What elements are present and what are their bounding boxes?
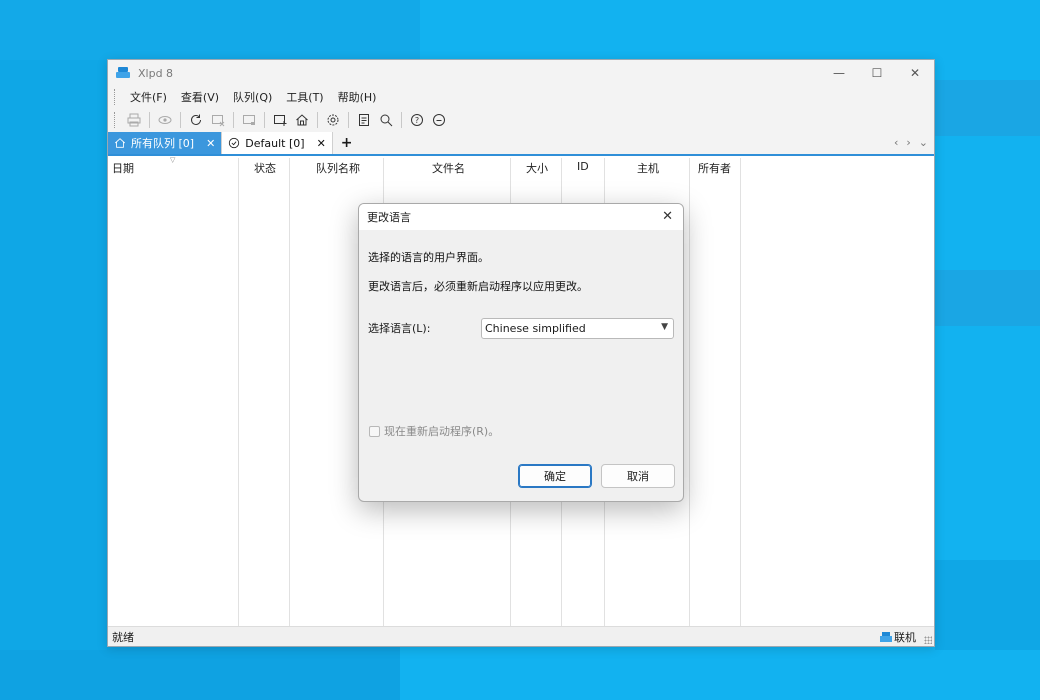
menu-bar: 文件(F) 查看(V) 队列(Q) 工具(T) 帮助(H) bbox=[108, 86, 934, 108]
column-header[interactable]: 文件名 bbox=[432, 160, 465, 176]
cancel-button[interactable]: 取消 bbox=[601, 464, 675, 488]
preview-eye-icon[interactable] bbox=[154, 109, 176, 131]
menu-grip bbox=[114, 89, 117, 105]
language-label: 选择语言(L): bbox=[368, 322, 431, 335]
queue-tab-bar: 所有队列 [0] ✕ Default [0] ✕ + ‹ › ⌄ bbox=[108, 132, 934, 156]
status-bar: 就绪 联机 bbox=[108, 626, 934, 646]
restart-now-option: 现在重新启动程序(R)。 bbox=[369, 423, 499, 439]
restart-now-label: 现在重新启动程序(R)。 bbox=[384, 425, 500, 438]
ok-button[interactable]: 确定 bbox=[518, 464, 592, 488]
connection-status-text: 联机 bbox=[894, 630, 916, 644]
print-icon[interactable] bbox=[123, 109, 145, 131]
queue-icon[interactable] bbox=[238, 109, 260, 131]
menu-help[interactable]: 帮助(H) bbox=[331, 89, 384, 105]
printer-status-icon bbox=[880, 631, 892, 642]
refresh-icon[interactable] bbox=[185, 109, 207, 131]
dialog-description: 选择的语言的用户界面。 bbox=[368, 251, 489, 264]
column-header[interactable]: 所有者 bbox=[698, 160, 731, 176]
column-header[interactable]: ID bbox=[577, 160, 589, 173]
column-header[interactable]: 日期 bbox=[112, 160, 134, 176]
column-header[interactable]: 队列名称 bbox=[316, 160, 360, 176]
printer-app-icon bbox=[116, 67, 130, 79]
bg-tile bbox=[935, 560, 1040, 650]
bg-tile bbox=[0, 645, 400, 700]
delete-job-icon[interactable] bbox=[207, 109, 229, 131]
home-icon[interactable] bbox=[291, 109, 313, 131]
home-icon bbox=[114, 137, 126, 149]
column-header[interactable]: 大小 bbox=[526, 160, 548, 176]
change-language-dialog: 更改语言 ✕ 选择的语言的用户界面。 更改语言后，必须重新启动程序以应用更改。 … bbox=[358, 203, 684, 502]
settings-gear-icon[interactable] bbox=[322, 109, 344, 131]
bg-tile bbox=[0, 0, 420, 60]
column-header[interactable]: 主机 bbox=[637, 160, 659, 176]
close-window-button[interactable]: ✕ bbox=[896, 60, 934, 86]
column-header[interactable]: 状态 bbox=[254, 160, 276, 176]
minimize-button[interactable]: — bbox=[820, 60, 858, 86]
tab-default-queue[interactable]: Default [0] ✕ bbox=[222, 132, 333, 154]
column-status: 状态 bbox=[239, 158, 290, 628]
dialog-title: 更改语言 bbox=[367, 211, 411, 224]
dialog-title-bar[interactable]: 更改语言 ✕ bbox=[359, 204, 683, 230]
language-select-value: Chinese simplified bbox=[485, 322, 586, 335]
dialog-close-button[interactable]: ✕ bbox=[662, 209, 673, 224]
toolbar: ? bbox=[108, 108, 934, 132]
add-queue-icon[interactable] bbox=[269, 109, 291, 131]
tab-close-icon[interactable]: ✕ bbox=[206, 137, 215, 150]
title-bar[interactable]: Xlpd 8 — ☐ ✕ bbox=[108, 60, 934, 86]
resize-grip[interactable] bbox=[924, 636, 932, 644]
dialog-restart-notice: 更改语言后，必须重新启动程序以应用更改。 bbox=[368, 280, 588, 293]
connection-status: 联机 bbox=[880, 629, 916, 645]
toolbar-grip bbox=[114, 112, 117, 128]
help-icon[interactable]: ? bbox=[406, 109, 428, 131]
sort-arrow-icon: ▽ bbox=[170, 156, 176, 164]
status-text: 就绪 bbox=[112, 630, 134, 644]
search-icon[interactable] bbox=[375, 109, 397, 131]
tab-label: Default [0] bbox=[245, 136, 305, 150]
menu-view[interactable]: 查看(V) bbox=[174, 89, 226, 105]
tab-next-icon[interactable]: › bbox=[906, 136, 910, 149]
bg-tile bbox=[0, 60, 107, 650]
app-title: Xlpd 8 bbox=[138, 66, 174, 80]
bg-tile bbox=[935, 80, 1040, 136]
check-circle-icon bbox=[228, 137, 240, 149]
tab-prev-icon[interactable]: ‹ bbox=[894, 136, 898, 149]
restart-now-checkbox[interactable] bbox=[369, 425, 380, 437]
menu-tools[interactable]: 工具(T) bbox=[279, 89, 330, 105]
tab-close-icon[interactable]: ✕ bbox=[317, 137, 326, 150]
log-icon[interactable] bbox=[353, 109, 375, 131]
svg-text:?: ? bbox=[415, 116, 419, 125]
feedback-icon[interactable] bbox=[428, 109, 450, 131]
tab-label: 所有队列 [0] bbox=[131, 137, 195, 150]
maximize-button[interactable]: ☐ bbox=[858, 60, 896, 86]
column-owner: 所有者 bbox=[690, 158, 741, 628]
tab-all-queues[interactable]: 所有队列 [0] ✕ bbox=[108, 132, 223, 154]
add-tab-button[interactable]: + bbox=[333, 132, 361, 154]
tab-menu-icon[interactable]: ⌄ bbox=[919, 136, 928, 149]
menu-file[interactable]: 文件(F) bbox=[123, 89, 174, 105]
chevron-down-icon: ▼ bbox=[661, 322, 668, 332]
menu-queue[interactable]: 队列(Q) bbox=[226, 89, 279, 105]
language-select[interactable]: Chinese simplified ▼ bbox=[481, 318, 674, 339]
bg-tile bbox=[935, 270, 1040, 326]
column-date: 日期 ▽ bbox=[108, 156, 239, 628]
